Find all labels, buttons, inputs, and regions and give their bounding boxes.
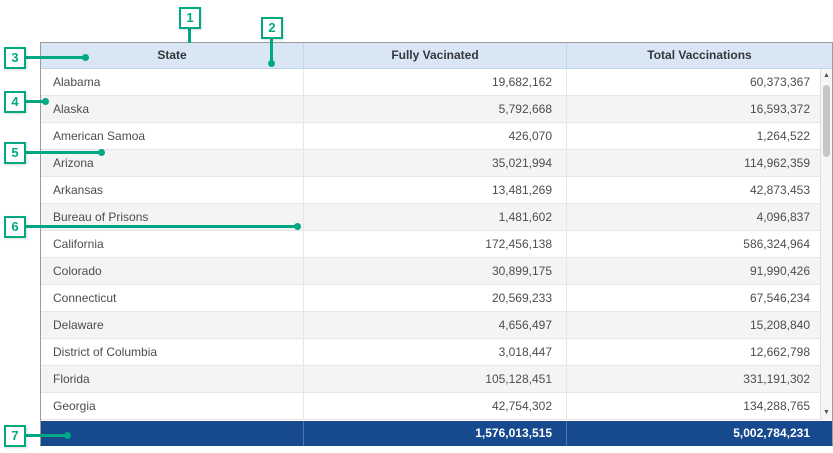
cell-fully-vaccinated: 19,682,162	[303, 69, 566, 95]
table-row[interactable]: Georgia 42,754,302 134,288,765	[41, 393, 832, 420]
table-row[interactable]: California 172,456,138 586,324,964	[41, 231, 832, 258]
cell-total-vaccinations: 331,191,302	[566, 366, 832, 392]
cell-state: Alaska	[41, 96, 303, 122]
callout-3: 3	[4, 47, 26, 69]
table-header-row: State Fully Vacinated Total Vaccinations	[41, 43, 832, 69]
cell-fully-vaccinated: 3,018,447	[303, 339, 566, 365]
scroll-up-icon[interactable]: ▲	[821, 69, 832, 83]
callout-7: 7	[4, 425, 26, 447]
table-row[interactable]: American Samoa 426,070 1,264,522	[41, 123, 832, 150]
total-state-cell	[41, 421, 303, 446]
cell-total-vaccinations: 114,962,359	[566, 150, 832, 176]
cell-total-vaccinations: 67,546,234	[566, 285, 832, 311]
callout-3-dot	[82, 54, 89, 61]
cell-total-vaccinations: 60,373,367	[566, 69, 832, 95]
callout-7-dot	[64, 432, 71, 439]
cell-state: Alabama	[41, 69, 303, 95]
callout-4: 4	[4, 91, 26, 113]
cell-total-vaccinations: 15,208,840	[566, 312, 832, 338]
table-row[interactable]: Florida 105,128,451 331,191,302	[41, 366, 832, 393]
callout-3-line	[26, 56, 84, 59]
total-fully-vaccinated: 1,576,013,515	[303, 421, 566, 446]
callout-4-dot	[42, 98, 49, 105]
data-table: State Fully Vacinated Total Vaccinations…	[40, 42, 833, 446]
cell-state: Arkansas	[41, 177, 303, 203]
cell-fully-vaccinated: 30,899,175	[303, 258, 566, 284]
cell-fully-vaccinated: 172,456,138	[303, 231, 566, 257]
callout-6-line	[26, 225, 296, 228]
callout-5-line	[26, 151, 100, 154]
cell-state: American Samoa	[41, 123, 303, 149]
column-header-fully-vaccinated[interactable]: Fully Vacinated	[303, 43, 566, 68]
cell-state: Delaware	[41, 312, 303, 338]
cell-total-vaccinations: 1,264,522	[566, 123, 832, 149]
cell-total-vaccinations: 12,662,798	[566, 339, 832, 365]
cell-state: District of Columbia	[41, 339, 303, 365]
vertical-scrollbar[interactable]: ▲ ▼	[820, 69, 832, 420]
cell-total-vaccinations: 91,990,426	[566, 258, 832, 284]
scrollbar-thumb[interactable]	[823, 85, 830, 157]
cell-fully-vaccinated: 426,070	[303, 123, 566, 149]
callout-6: 6	[4, 216, 26, 238]
callout-2: 2	[261, 17, 283, 39]
cell-fully-vaccinated: 42,754,302	[303, 393, 566, 419]
total-vaccinations: 5,002,784,231	[566, 421, 832, 446]
cell-total-vaccinations: 134,288,765	[566, 393, 832, 419]
table-row[interactable]: Arkansas 13,481,269 42,873,453	[41, 177, 832, 204]
callout-1: 1	[179, 7, 201, 29]
table-row[interactable]: Alabama 19,682,162 60,373,367	[41, 69, 832, 96]
cell-fully-vaccinated: 20,569,233	[303, 285, 566, 311]
callout-5-dot	[98, 149, 105, 156]
table-row[interactable]: Alaska 5,792,668 16,593,372	[41, 96, 832, 123]
callout-7-line	[26, 434, 66, 437]
cell-fully-vaccinated: 1,481,602	[303, 204, 566, 230]
callout-1-line	[188, 29, 191, 43]
cell-state: Connecticut	[41, 285, 303, 311]
scroll-down-icon[interactable]: ▼	[821, 406, 832, 420]
cell-total-vaccinations: 42,873,453	[566, 177, 832, 203]
page: State Fully Vacinated Total Vaccinations…	[0, 0, 833, 453]
cell-fully-vaccinated: 5,792,668	[303, 96, 566, 122]
cell-total-vaccinations: 586,324,964	[566, 231, 832, 257]
cell-fully-vaccinated: 35,021,994	[303, 150, 566, 176]
table-row[interactable]: Connecticut 20,569,233 67,546,234	[41, 285, 832, 312]
table-body: Alabama 19,682,162 60,373,367 Alaska 5,7…	[41, 69, 832, 420]
cell-state: California	[41, 231, 303, 257]
table-row[interactable]: Delaware 4,656,497 15,208,840	[41, 312, 832, 339]
callout-6-dot	[294, 223, 301, 230]
cell-fully-vaccinated: 13,481,269	[303, 177, 566, 203]
cell-state: Georgia	[41, 393, 303, 419]
callout-2-dot	[268, 60, 275, 67]
cell-state: Florida	[41, 366, 303, 392]
cell-fully-vaccinated: 4,656,497	[303, 312, 566, 338]
table-row[interactable]: Colorado 30,899,175 91,990,426	[41, 258, 832, 285]
cell-fully-vaccinated: 105,128,451	[303, 366, 566, 392]
table-row[interactable]: District of Columbia 3,018,447 12,662,79…	[41, 339, 832, 366]
table-total-row: 1,576,013,515 5,002,784,231	[41, 420, 832, 446]
cell-total-vaccinations: 4,096,837	[566, 204, 832, 230]
table-row[interactable]: Arizona 35,021,994 114,962,359	[41, 150, 832, 177]
cell-state: Colorado	[41, 258, 303, 284]
cell-total-vaccinations: 16,593,372	[566, 96, 832, 122]
column-header-total-vaccinations[interactable]: Total Vaccinations	[566, 43, 832, 68]
callout-5: 5	[4, 142, 26, 164]
